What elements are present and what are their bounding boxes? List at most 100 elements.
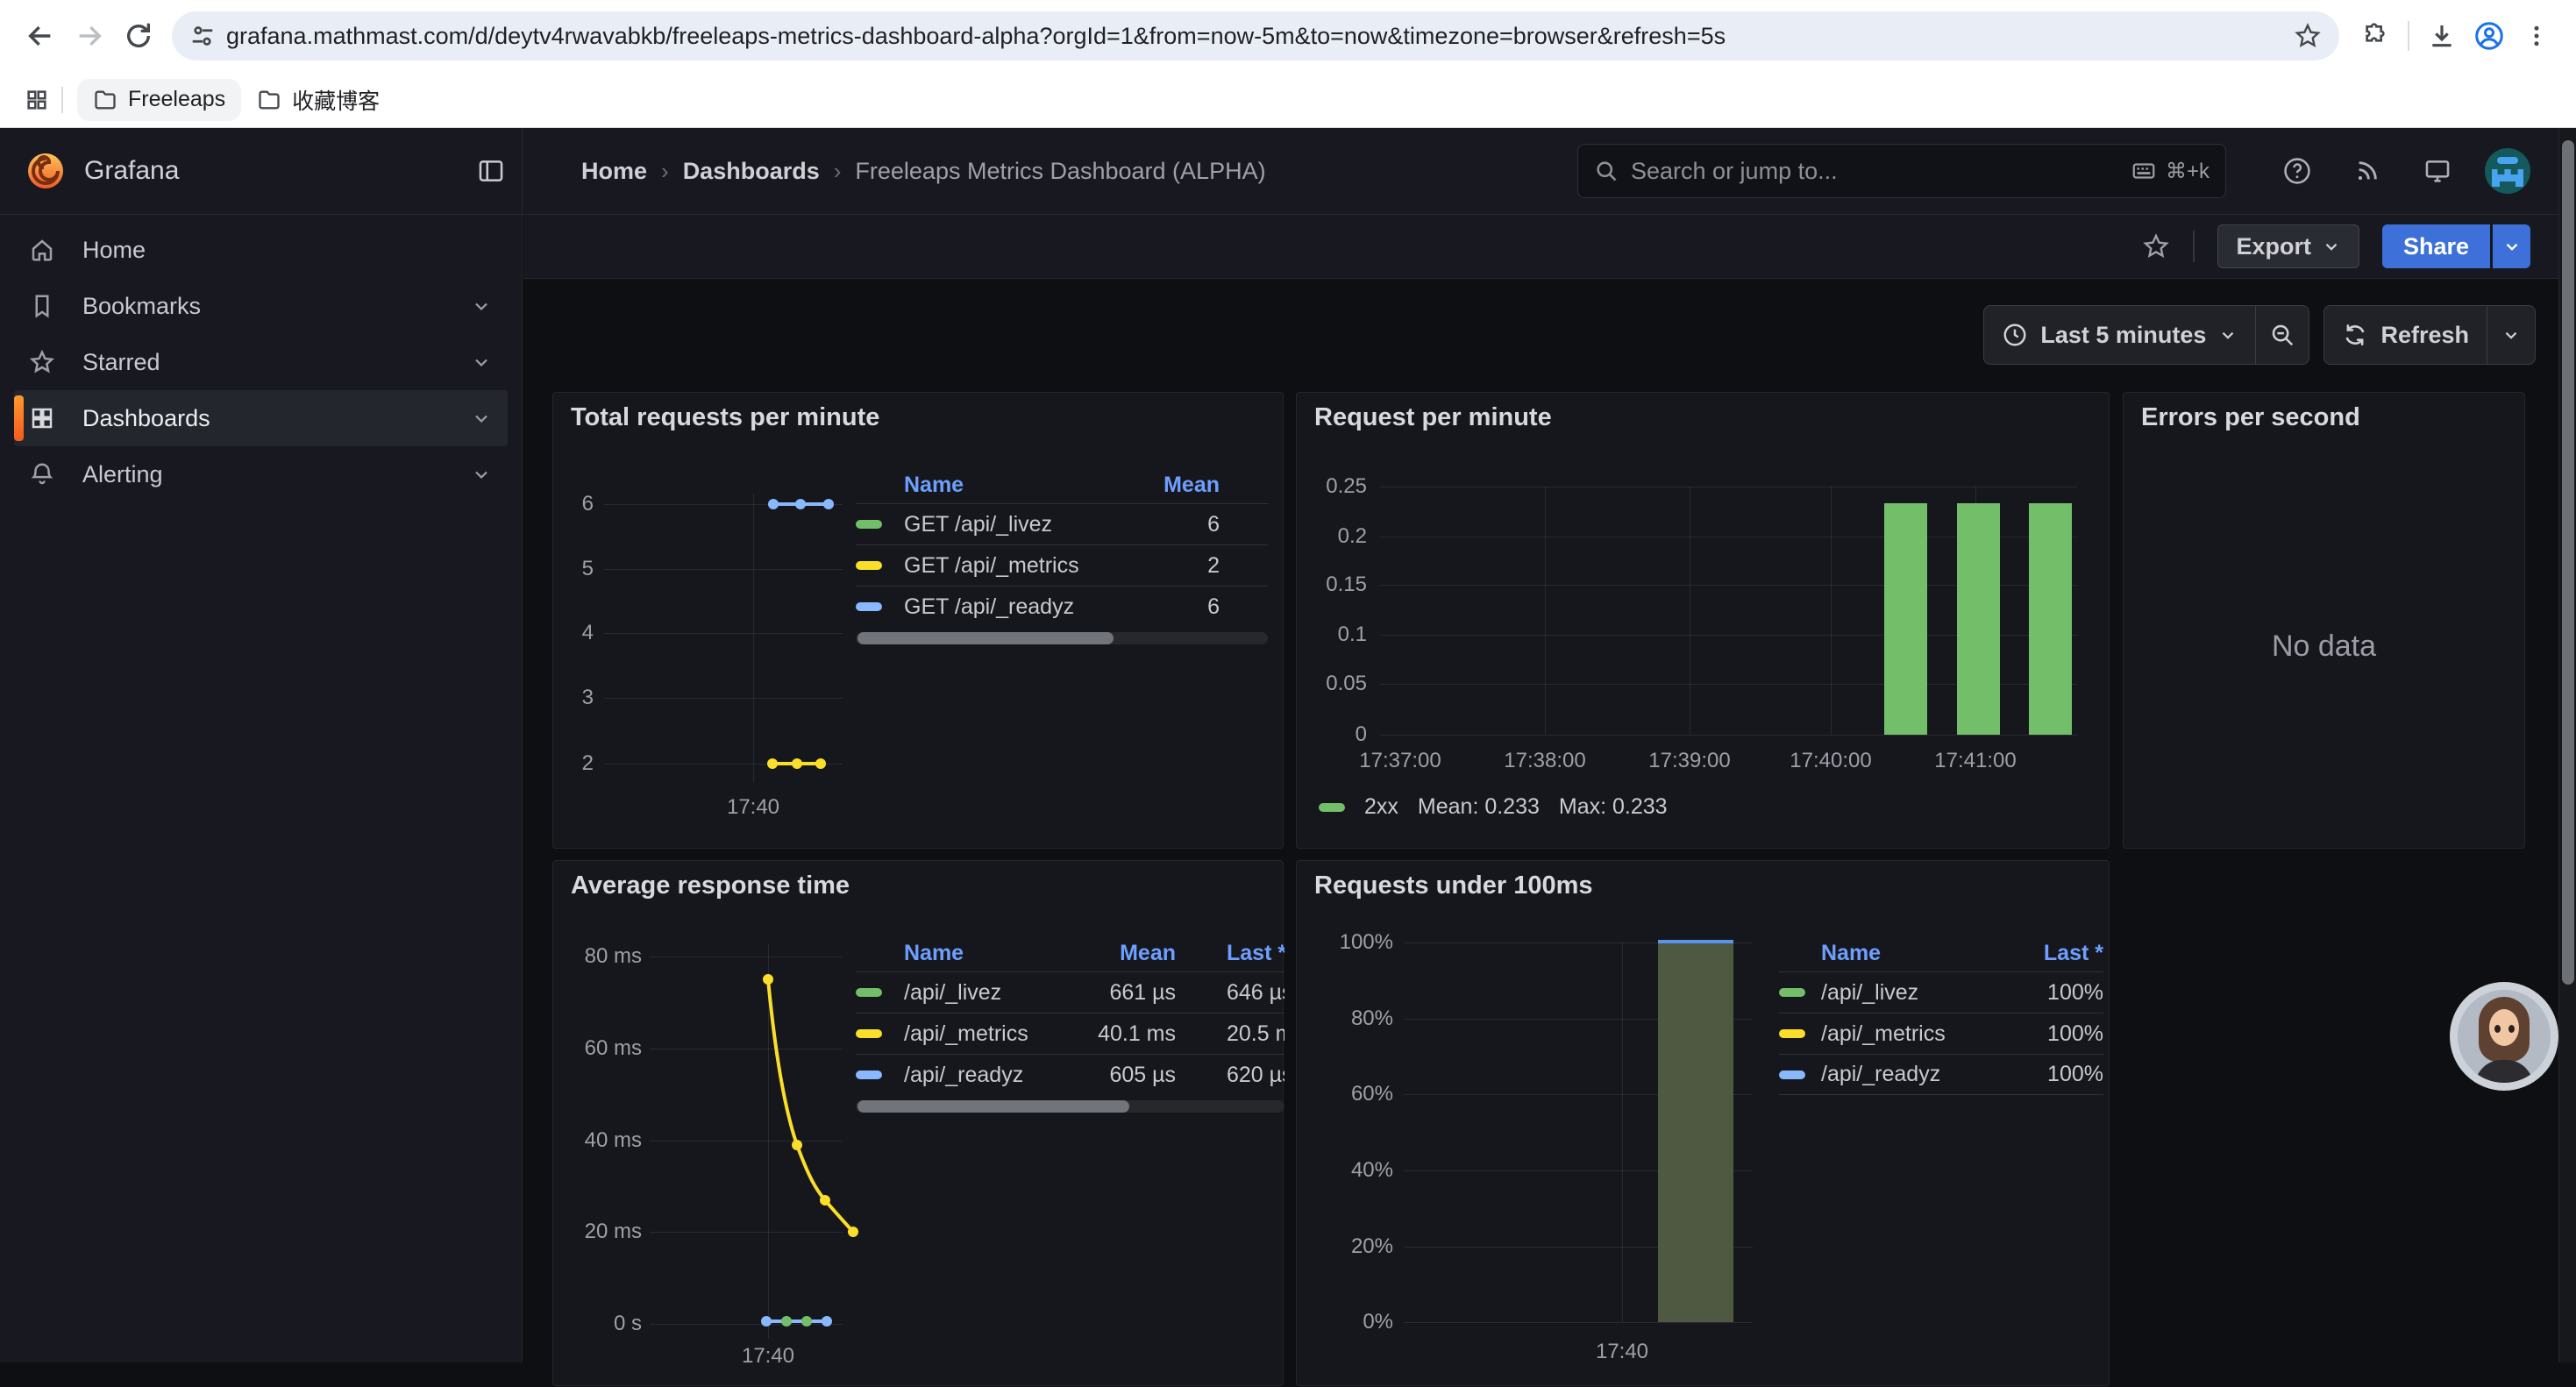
breadcrumb: Home › Dashboards › Freeleaps Metrics Da…: [581, 128, 1266, 214]
bar-2xx[interactable]: [1884, 503, 1927, 735]
legend-col-mean[interactable]: Mean: [1071, 941, 1176, 966]
chevron-down-icon[interactable]: [471, 295, 492, 317]
legend-scrollbar[interactable]: [856, 1100, 1284, 1113]
y-tick: 0.25: [1297, 473, 1367, 500]
extensions-button[interactable]: [2352, 12, 2399, 60]
time-range-button[interactable]: Last 5 minutes: [1984, 306, 2255, 364]
kebab-menu-icon: [2523, 23, 2550, 49]
legend-row[interactable]: GET /api/_livez 6: [856, 503, 1268, 544]
sidebar-item-bookmarks[interactable]: Bookmarks: [14, 278, 508, 334]
search-input[interactable]: [1631, 158, 2131, 185]
bar-2xx[interactable]: [2029, 503, 2072, 735]
refresh-button[interactable]: Refresh: [2324, 306, 2487, 364]
refresh-interval-button[interactable]: [2487, 306, 2535, 364]
series-name: GET /api/_metrics: [904, 553, 1114, 579]
legend-col-last[interactable]: Last *: [1227, 941, 1284, 966]
y-tick: 40%: [1297, 1157, 1393, 1184]
export-button[interactable]: Export: [2217, 224, 2359, 268]
sidebar-item-alerting[interactable]: Alerting: [14, 446, 508, 502]
legend-row[interactable]: GET /api/_metrics 2: [856, 544, 1268, 586]
site-settings-icon[interactable]: [189, 23, 216, 49]
series-swatch: [1779, 1029, 1805, 1038]
help-button[interactable]: [2273, 128, 2322, 214]
breadcrumb-home[interactable]: Home: [581, 158, 647, 185]
y-tick: 0.05: [1297, 671, 1367, 697]
back-button[interactable]: [16, 11, 65, 60]
url-bar[interactable]: [172, 11, 2339, 60]
header-brand-section: Grafana: [0, 128, 523, 214]
series-last: 620 µs: [1227, 1063, 1284, 1088]
active-indicator: [14, 395, 24, 441]
monitor-icon: [2423, 156, 2452, 186]
sidebar-item-starred[interactable]: Starred: [14, 334, 508, 390]
legend-col-mean[interactable]: Mean: [1114, 473, 1220, 498]
series-name: /api/_readyz: [904, 1063, 1071, 1088]
legend-row[interactable]: /api/_readyz 100%: [1779, 1054, 2103, 1095]
legend-row[interactable]: /api/_livez 661 µs 646 µs: [856, 971, 1284, 1013]
user-avatar[interactable]: [2485, 148, 2530, 194]
legend-row[interactable]: /api/_livez 100%: [1779, 971, 2103, 1013]
chevron-down-icon: [2502, 237, 2522, 256]
zoom-out-button[interactable]: [2256, 306, 2309, 364]
search-box[interactable]: ⌘+k: [1577, 144, 2226, 198]
brand-name: Grafana: [84, 156, 179, 186]
bar-2xx[interactable]: [1957, 503, 2000, 735]
bookmark-folder-blogs[interactable]: 收藏博客: [241, 79, 395, 121]
favorite-star-icon[interactable]: [2142, 232, 2170, 260]
display-button[interactable]: [2413, 128, 2462, 214]
panel-toggle-icon[interactable]: [476, 156, 506, 186]
back-icon: [25, 21, 55, 51]
legend-col-name[interactable]: Name: [904, 473, 1114, 498]
chevron-down-icon[interactable]: [471, 408, 492, 429]
panel-errors-per-second: Errors per second No data: [2123, 392, 2525, 849]
legend-scrollbar[interactable]: [856, 632, 1268, 644]
panel-title: Request per minute: [1314, 403, 1552, 432]
legend[interactable]: 2xx Mean: 0.233 Max: 0.233: [1319, 794, 1668, 820]
y-tick: 0.15: [1297, 572, 1367, 598]
bar-percent[interactable]: [1658, 943, 1733, 1322]
profile-button[interactable]: [2466, 12, 2513, 60]
legend-row[interactable]: /api/_readyz 605 µs 620 µs: [856, 1054, 1284, 1095]
series-last: 20.5 ms: [1227, 1021, 1284, 1047]
bookmark-label: 收藏博客: [292, 84, 380, 116]
legend-row[interactable]: GET /api/_readyz 6: [856, 586, 1268, 627]
reload-icon: [124, 21, 153, 51]
series-mean: 2: [1114, 553, 1220, 579]
export-label: Export: [2236, 233, 2311, 260]
share-button[interactable]: Share: [2382, 224, 2490, 268]
chevron-down-icon[interactable]: [471, 464, 492, 485]
legend-row[interactable]: /api/_metrics 40.1 ms 20.5 ms: [856, 1013, 1284, 1054]
search-icon: [1594, 159, 1619, 183]
sidebar-item-dashboards[interactable]: Dashboards: [14, 390, 508, 446]
chevron-down-icon[interactable]: [471, 352, 492, 373]
legend-col-last[interactable]: Last *: [2005, 941, 2103, 966]
home-icon: [14, 237, 70, 263]
time-picker-group: Last 5 minutes: [1983, 305, 2309, 365]
x-tick: 17:40:00: [1769, 748, 1892, 774]
downloads-button[interactable]: [2418, 12, 2466, 60]
toolbar-divider: [2193, 231, 2195, 262]
legend-row[interactable]: /api/_metrics 100%: [1779, 1013, 2103, 1054]
legend-col-name[interactable]: Name: [904, 941, 1071, 966]
forward-button[interactable]: [65, 11, 114, 60]
scrollbar-thumb[interactable]: [2562, 140, 2574, 985]
breadcrumb-dashboards[interactable]: Dashboards: [683, 158, 820, 185]
page-scrollbar[interactable]: [2558, 128, 2576, 1362]
panel-avg-response-time: Average response time 80 ms 60 ms 40 ms …: [552, 860, 1284, 1386]
assistant-avatar[interactable]: [2450, 982, 2558, 1091]
gridline: [1831, 487, 1832, 735]
bookmark-star-icon[interactable]: [2294, 22, 2322, 50]
bookmarks-bar: Freeleaps 收藏博客: [0, 72, 2576, 128]
grafana-logo[interactable]: [26, 152, 65, 190]
browser-menu-button[interactable]: [2513, 12, 2560, 60]
url-input[interactable]: [226, 23, 2294, 50]
bookmark-folder-freeleaps[interactable]: Freeleaps: [77, 79, 241, 121]
grafana-app: Grafana Home › Dashboards › Freeleaps Me…: [0, 128, 2576, 1362]
browser-chrome: Freeleaps 收藏博客: [0, 0, 2576, 128]
sidebar-item-home[interactable]: Home: [14, 222, 508, 278]
share-menu-button[interactable]: [2490, 224, 2530, 268]
reload-button[interactable]: [114, 11, 163, 60]
apps-grid-icon[interactable]: [25, 88, 49, 112]
legend-col-name[interactable]: Name: [1821, 941, 2005, 966]
news-button[interactable]: [2343, 128, 2392, 214]
